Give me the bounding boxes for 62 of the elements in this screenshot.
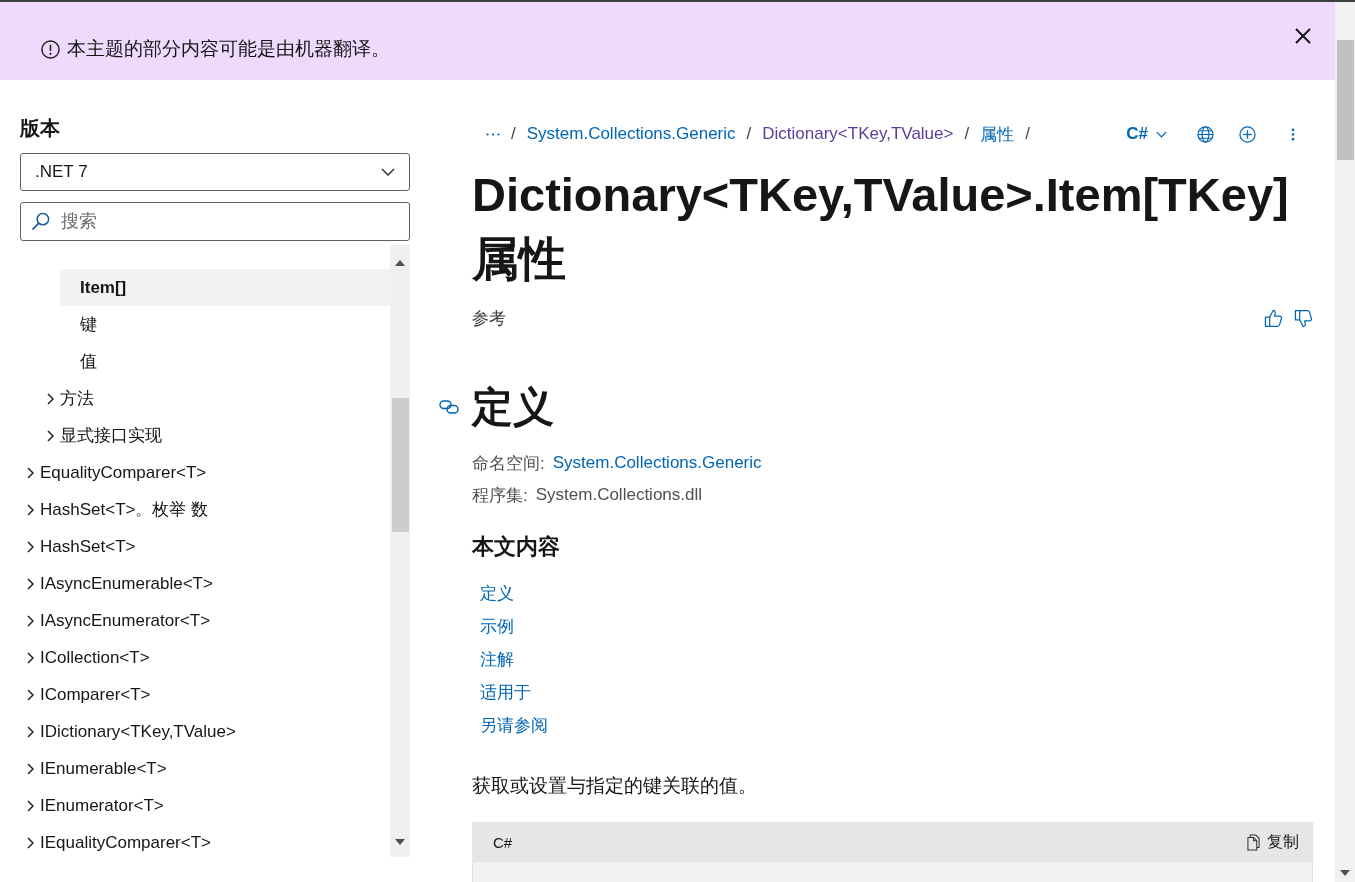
page-type-label: 参考 xyxy=(472,307,506,330)
tree-item[interactable]: EqualityComparer<T> xyxy=(20,454,390,491)
toc-link[interactable]: 另请参阅 xyxy=(480,714,548,737)
tree-item[interactable]: HashSet<T> xyxy=(20,528,390,565)
breadcrumb-separator: / xyxy=(1025,124,1030,144)
info-icon xyxy=(41,39,60,59)
tree-item[interactable]: 显式接口实现 xyxy=(40,417,390,454)
assembly-value: System.Collections.dll xyxy=(535,485,702,505)
breadcrumb-separator: / xyxy=(964,124,970,144)
tree-item[interactable]: 方法 xyxy=(40,380,390,417)
scroll-up-icon[interactable] xyxy=(395,260,405,266)
tree-item[interactable]: IComparer<T> xyxy=(20,676,390,713)
tree-item[interactable]: 键 xyxy=(60,306,390,343)
copy-button[interactable]: 复制 xyxy=(1247,831,1299,853)
link-icon[interactable] xyxy=(439,400,459,414)
tree-item[interactable]: 值 xyxy=(60,343,390,380)
page-title: Dictionary<TKey,TValue>.Item[TKey] 属性 xyxy=(472,167,1290,287)
tree-item[interactable]: ICollection<T> xyxy=(20,639,390,676)
globe-icon[interactable] xyxy=(1197,125,1214,143)
page-scrollbar-thumb[interactable] xyxy=(1336,40,1354,160)
more-icon[interactable] xyxy=(1291,127,1295,141)
chevron-down-icon xyxy=(381,168,395,176)
chevron-down-icon xyxy=(1156,130,1167,138)
namespace-label: 命名空间: xyxy=(472,452,545,475)
summary-text: 获取或设置与指定的键关联的值。 xyxy=(472,774,758,798)
tree-item[interactable]: IDictionary<TKey,TValue> xyxy=(20,713,390,750)
version-label: 版本 xyxy=(20,116,61,141)
language-selector[interactable]: C# xyxy=(1126,124,1167,144)
scroll-down-icon[interactable] xyxy=(1340,870,1350,876)
toc-link[interactable]: 适用于 xyxy=(480,681,531,704)
tree-item[interactable]: HashSet<T>。枚举 数 xyxy=(20,491,390,528)
tree-item[interactable]: IEqualityComparer<T> xyxy=(20,824,390,857)
assembly-label: 程序集: xyxy=(472,484,528,507)
breadcrumb-link[interactable]: 属性 xyxy=(980,122,1015,146)
ellipsis-icon[interactable] xyxy=(486,132,500,136)
scrollbar-thumb[interactable] xyxy=(391,398,409,532)
tree-item[interactable]: IAsyncEnumerator<T> xyxy=(20,602,390,639)
version-select[interactable]: .NET 7 xyxy=(20,153,410,191)
section-heading: 定义 xyxy=(472,383,554,432)
breadcrumb-link[interactable]: Dictionary<TKey,TValue> xyxy=(762,124,954,144)
code-language-label: C# xyxy=(493,833,513,851)
search-field[interactable]: 搜索 xyxy=(20,202,410,241)
scroll-down-icon[interactable] xyxy=(395,839,405,845)
toc-link[interactable]: 注解 xyxy=(480,648,514,671)
breadcrumb-link[interactable]: System.Collections.Generic xyxy=(526,124,736,144)
tree-item[interactable]: IEnumerable<T> xyxy=(20,750,390,787)
tree-item[interactable]: Item[] xyxy=(60,269,390,306)
notice-text: 本主题的部分内容可能是由机器翻译。 xyxy=(67,37,390,61)
breadcrumb-separator: / xyxy=(746,124,752,144)
tree-item[interactable]: IAsyncEnumerable<T> xyxy=(20,565,390,602)
plus-circle-icon[interactable] xyxy=(1239,125,1256,143)
thumbs-down-icon[interactable] xyxy=(1294,308,1313,328)
search-icon xyxy=(31,212,50,231)
close-icon[interactable] xyxy=(1295,28,1311,44)
breadcrumb-separator: / xyxy=(511,124,516,144)
namespace-link[interactable]: System.Collections.Generic xyxy=(552,453,762,473)
thumbs-up-icon[interactable] xyxy=(1264,308,1283,328)
toc-heading: 本文内容 xyxy=(472,533,561,561)
toc-link[interactable]: 定义 xyxy=(480,582,514,605)
toc-link[interactable]: 示例 xyxy=(480,615,514,638)
copy-icon xyxy=(1247,833,1260,851)
tree-item[interactable]: IEnumerator<T> xyxy=(20,787,390,824)
